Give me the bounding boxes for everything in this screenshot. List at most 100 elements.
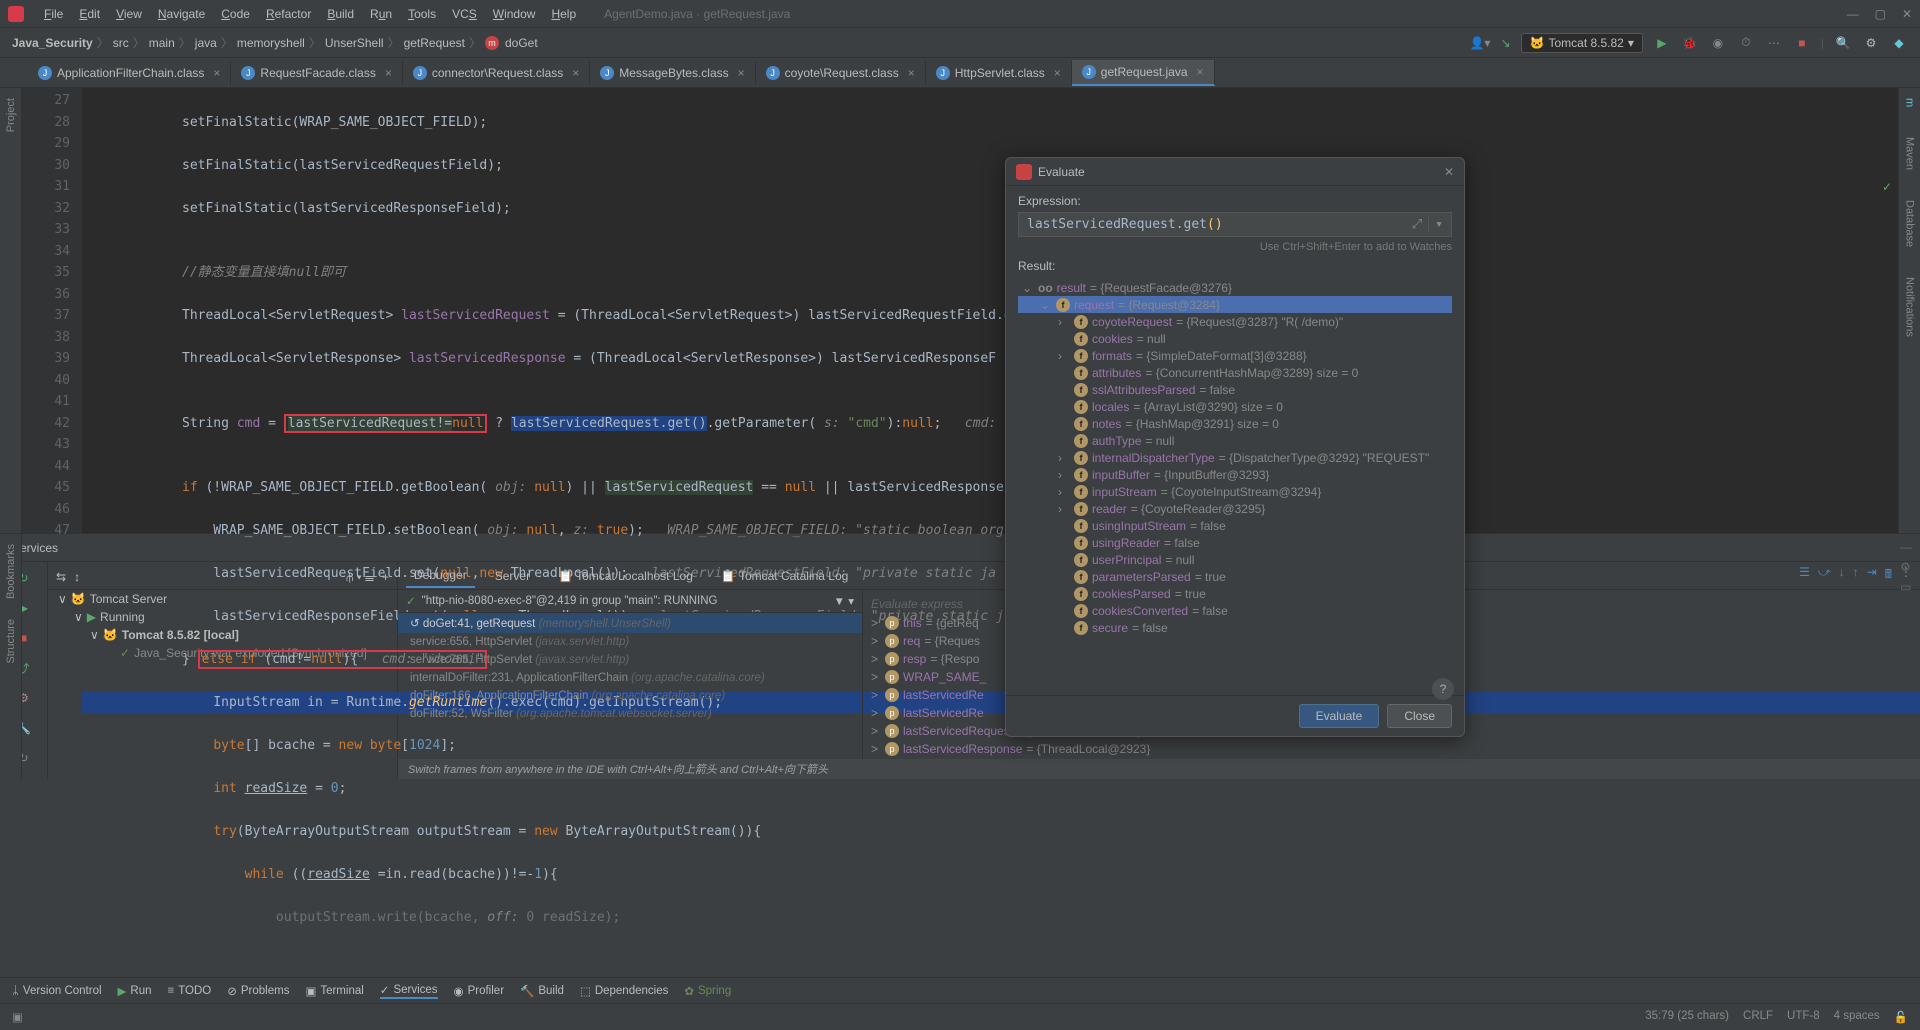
close-tab-icon[interactable]: × <box>1054 66 1061 80</box>
frame-row[interactable]: doFilter:52, WsFilter (org.apache.tomcat… <box>398 705 862 723</box>
help-icon[interactable]: ? <box>1432 678 1454 700</box>
build-tool[interactable]: 🔨 Build <box>520 984 564 998</box>
result-row[interactable]: f parametersParsed = true <box>1018 568 1452 585</box>
result-row[interactable]: f cookiesConverted = false <box>1018 602 1452 619</box>
result-row[interactable]: f cookies = null <box>1018 330 1452 347</box>
coverage-button[interactable]: ◉ <box>1709 34 1727 52</box>
menu-navigate[interactable]: Navigate <box>150 7 213 21</box>
maven-tool[interactable]: m <box>1904 98 1916 107</box>
run-config-selector[interactable]: 🐱 Tomcat 8.5.82 ▾ <box>1521 33 1643 53</box>
settings-icon[interactable]: ⚙ <box>1862 34 1880 52</box>
result-row[interactable]: f usingReader = false <box>1018 534 1452 551</box>
run-to-cursor-icon[interactable]: ⇥ <box>1867 565 1877 586</box>
result-row[interactable]: f sslAttributesParsed = false <box>1018 381 1452 398</box>
code-editor[interactable]: setFinalStatic(WRAP_SAME_OBJECT_FIELD); … <box>82 88 1920 533</box>
thread-label[interactable]: "http-nio-8080-exec-8"@2,419 in group "m… <box>422 595 718 607</box>
notifications-tool[interactable]: Notifications <box>1904 277 1916 337</box>
editor-tab[interactable]: JMessageBytes.class× <box>590 61 755 85</box>
close-tab-icon[interactable]: × <box>738 66 745 80</box>
debug-button[interactable]: 🐞 <box>1681 34 1699 52</box>
step-out-icon[interactable]: ↑ <box>1853 565 1859 586</box>
layout-toggle-icon[interactable]: ▭ <box>1900 580 1918 594</box>
readonly-icon[interactable]: 🔓 <box>1894 1010 1908 1024</box>
deps-tool[interactable]: ⬚ Dependencies <box>580 984 668 998</box>
project-tool[interactable]: Project <box>5 98 17 132</box>
vcs-tool[interactable]: ᛦ Version Control <box>12 985 102 997</box>
result-row[interactable]: f usingInputStream = false <box>1018 517 1452 534</box>
close-icon[interactable]: ✕ <box>1902 7 1912 21</box>
minimize-panel-icon[interactable]: — <box>1900 540 1918 554</box>
menu-edit[interactable]: Edit <box>71 7 108 21</box>
expand-icon[interactable]: ⇆ <box>56 570 66 585</box>
frame-row[interactable]: service:765, HttpServlet (javax.servlet.… <box>398 651 862 669</box>
var-row[interactable]: >p lastServicedResponse = {ThreadLocal@2… <box>863 740 1920 758</box>
crumb[interactable]: UnserShell <box>325 36 384 50</box>
menu-window[interactable]: Window <box>485 7 544 21</box>
tab-localhost-log[interactable]: 📋 Tomcat Localhost Log <box>550 565 701 587</box>
eval-titlebar[interactable]: Evaluate ✕ <box>1006 158 1464 186</box>
bookmarks-tool[interactable]: Bookmarks <box>5 544 17 599</box>
cursor-position[interactable]: 35:79 (25 chars) <box>1645 1010 1729 1024</box>
evaluate-button[interactable]: Evaluate <box>1299 704 1380 728</box>
line-separator[interactable]: CRLF <box>1743 1010 1773 1024</box>
stop-button[interactable]: ■ <box>1793 34 1811 52</box>
crumb[interactable]: Java_Security <box>12 36 93 50</box>
result-row[interactable]: f attributes = {ConcurrentHashMap@3289} … <box>1018 364 1452 381</box>
settings-icon[interactable]: ⚙ <box>1900 560 1918 574</box>
eval-expr-icon[interactable]: 🖩 <box>1885 565 1892 586</box>
result-row[interactable]: ⌄oo result = {RequestFacade@3276} <box>1018 279 1452 296</box>
todo-tool[interactable]: ≡ TODO <box>168 985 212 997</box>
problems-tool[interactable]: ⊘ Problems <box>227 984 289 998</box>
profile-button[interactable]: ⏱ <box>1737 34 1755 52</box>
frame-row[interactable]: internalDoFilter:231, ApplicationFilterC… <box>398 669 862 687</box>
more-run-button[interactable]: ⋯ <box>1765 34 1783 52</box>
result-row[interactable]: ›f coyoteRequest = {Request@3287} "R( /d… <box>1018 313 1452 330</box>
editor-tab[interactable]: JgetRequest.java× <box>1072 60 1215 86</box>
tab-debugger[interactable]: Debugger <box>406 564 475 588</box>
close-tab-icon[interactable]: × <box>908 66 915 80</box>
frame-row[interactable]: ↺ doGet:41, getRequest (memoryshell.Unse… <box>398 613 862 633</box>
result-row[interactable]: ›f reader = {CoyoteReader@3295} <box>1018 500 1452 517</box>
menu-tools[interactable]: Tools <box>400 7 444 21</box>
search-icon[interactable]: 🔍 <box>1834 34 1852 52</box>
menu-code[interactable]: Code <box>213 7 258 21</box>
inspection-indicator[interactable]: ✓ <box>1882 180 1892 194</box>
expression-input[interactable]: lastServicedRequest.get() ⤢ ▾ <box>1018 212 1452 237</box>
result-row[interactable]: ›f inputStream = {CoyoteInputStream@3294… <box>1018 483 1452 500</box>
close-tab-icon[interactable]: × <box>385 66 392 80</box>
result-row[interactable]: f secure = false <box>1018 619 1452 636</box>
result-row[interactable]: ›f inputBuffer = {InputBuffer@3293} <box>1018 466 1452 483</box>
close-icon[interactable]: ✕ <box>1444 165 1454 179</box>
step-into-icon[interactable]: ↓ <box>1839 565 1845 586</box>
menu-view[interactable]: View <box>108 7 150 21</box>
structure-tool[interactable]: Structure <box>5 619 17 664</box>
result-row[interactable]: ⌄f request = {Request@3284} <box>1018 296 1452 313</box>
maven-label[interactable]: Maven <box>1904 137 1916 170</box>
menu-vcs[interactable]: VCS <box>444 7 485 21</box>
collapse-icon[interactable]: ↕ <box>74 570 80 585</box>
close-tab-icon[interactable]: × <box>572 66 579 80</box>
history-icon[interactable]: ▾ <box>1428 217 1443 232</box>
layout-icon[interactable]: ☰ <box>1799 565 1810 586</box>
menu-file[interactable]: File <box>36 7 71 21</box>
encoding[interactable]: UTF-8 <box>1787 1010 1820 1024</box>
terminal-tool[interactable]: ▣ Terminal <box>305 984 363 998</box>
crumb[interactable]: memoryshell <box>237 36 305 50</box>
editor-tab[interactable]: JRequestFacade.class× <box>231 61 402 85</box>
hammer-icon[interactable]: ↘ <box>1500 36 1510 50</box>
close-tab-icon[interactable]: × <box>1197 65 1204 79</box>
services-tool[interactable]: ✓ Services <box>380 983 438 999</box>
close-tab-icon[interactable]: × <box>213 66 220 80</box>
ai-icon[interactable]: ◆ <box>1890 34 1908 52</box>
result-row[interactable]: ›f internalDispatcherType = {DispatcherT… <box>1018 449 1452 466</box>
result-row[interactable]: f cookiesParsed = true <box>1018 585 1452 602</box>
run-tool[interactable]: ▶ Run <box>118 984 152 998</box>
result-row[interactable]: f userPrincipal = null <box>1018 551 1452 568</box>
menu-help[interactable]: Help <box>543 7 584 21</box>
menu-build[interactable]: Build <box>319 7 362 21</box>
spring-tool[interactable]: ✿ Spring <box>684 984 731 998</box>
profiler-tool[interactable]: ◉ Profiler <box>454 984 504 998</box>
crumb[interactable]: src <box>113 36 129 50</box>
frames-list[interactable]: ↺ doGet:41, getRequest (memoryshell.Unse… <box>398 613 862 779</box>
crumb[interactable]: java <box>195 36 217 50</box>
